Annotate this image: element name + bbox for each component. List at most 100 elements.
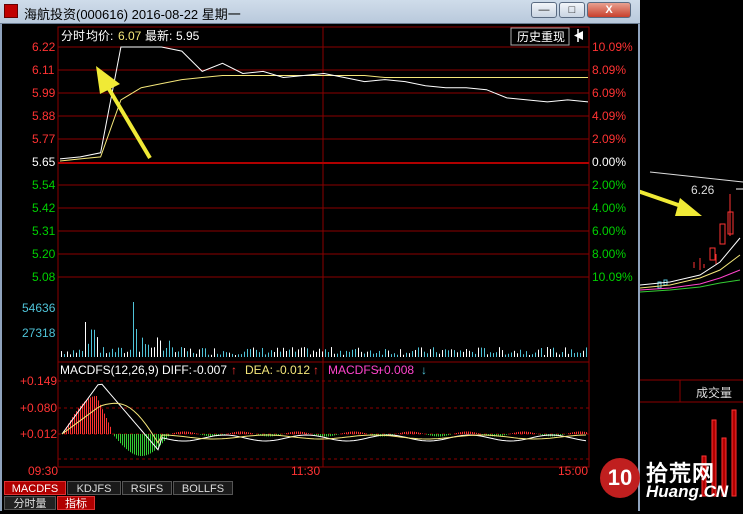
volume-bar <box>205 348 206 357</box>
volume-bar <box>235 355 236 357</box>
macd-histogram-bar <box>572 432 573 434</box>
macd-histogram-bar <box>428 434 429 435</box>
left-price-label: 5.88 <box>32 109 56 123</box>
volume-bar <box>469 351 470 357</box>
volume-bar <box>406 353 407 357</box>
tab-kdjfs[interactable]: KDJFS <box>67 481 121 495</box>
volume-bar <box>187 351 188 357</box>
macd-histogram-bar <box>438 434 439 436</box>
pin-icon[interactable] <box>574 29 583 42</box>
volume-bar <box>115 352 116 357</box>
volume-bar <box>172 347 173 357</box>
volume-bar <box>466 349 467 357</box>
macd-histogram-bar <box>288 433 289 434</box>
right-percent-label: 0.00% <box>592 155 626 169</box>
close-button[interactable]: X <box>587 2 631 18</box>
volume-bar <box>166 348 167 357</box>
volume-bar <box>85 322 86 357</box>
dea-up-arrow-icon: ↑ <box>313 363 319 377</box>
kline-volume-label: 成交量 <box>696 384 732 401</box>
volume-bar <box>124 353 125 357</box>
macd-histogram-bar <box>444 434 445 436</box>
volume-bar <box>289 350 290 357</box>
volume-bar <box>445 349 446 357</box>
volume-bar <box>262 348 263 357</box>
volume-bar <box>211 355 212 357</box>
volume-bar <box>487 354 488 357</box>
volume-bar <box>382 355 383 357</box>
left-price-label: 5.31 <box>32 224 56 238</box>
volume-bar <box>568 354 569 357</box>
macd-histogram-bar <box>202 434 203 435</box>
macd-histogram-bar <box>190 432 191 434</box>
macd-histogram-bar <box>328 434 329 436</box>
tab-indicator[interactable]: 指标 <box>57 496 95 510</box>
volume-bar <box>184 348 185 357</box>
macd-histogram-bar <box>474 432 475 434</box>
tab-rsifs[interactable]: RSIFS <box>122 481 172 495</box>
annotation-arrow-main <box>96 66 150 158</box>
macd-histogram-bar <box>238 432 239 434</box>
macd-histogram-bar <box>120 434 121 443</box>
macd-histogram-bar <box>332 434 333 436</box>
macd-histogram-bar <box>578 432 579 434</box>
macd-histogram-bar <box>420 433 421 434</box>
macd-histogram-bar <box>506 434 507 435</box>
volume-bar <box>496 352 497 357</box>
volume-bar <box>511 353 512 357</box>
tab-bollfs[interactable]: BOLLFS <box>173 481 233 495</box>
macd-histogram-bar <box>248 432 249 434</box>
macd-histogram-bar <box>526 432 527 434</box>
intraday-chart[interactable]: 分时 均价: 6.07 最新: 5.95 历史重现 6.226.115.995.… <box>0 24 638 511</box>
volume-bar <box>334 354 335 357</box>
label-fenshi: 分时 <box>61 29 85 43</box>
macd-histogram-bar <box>440 434 441 436</box>
macd-histogram-bar <box>192 432 193 434</box>
macd-histogram-bar <box>522 432 523 434</box>
macd-histogram-bar <box>314 434 315 435</box>
macd-histogram-bar <box>326 434 327 436</box>
macd-histogram-bar <box>296 432 297 434</box>
volume-bar <box>370 350 371 357</box>
macd-histogram-bar <box>364 433 365 434</box>
macd-histogram-bar <box>446 434 447 436</box>
volume-bar <box>454 350 455 357</box>
macd-histogram-bar <box>400 433 401 434</box>
volume-bars <box>61 302 587 357</box>
macd-histogram-bar <box>584 432 585 434</box>
tab-volume[interactable]: 分时量 <box>4 496 56 510</box>
macd-histogram-bar <box>586 432 587 434</box>
left-price-label: 5.42 <box>32 201 56 215</box>
macd-histogram-bar <box>302 432 303 434</box>
tab-macdfs[interactable]: MACDFS <box>4 481 66 495</box>
volume-bar <box>301 348 302 357</box>
minimize-button[interactable]: — <box>531 2 557 18</box>
macd-histogram-bar <box>570 433 571 434</box>
macd-histogram-bar <box>430 434 431 436</box>
background-kline-window: 6.26 成交量 <box>640 0 743 511</box>
volume-bar <box>343 355 344 357</box>
macd-histogram-bar <box>426 434 427 435</box>
volume-bar <box>385 349 386 357</box>
volume-bar <box>415 350 416 357</box>
macd-histogram-bar <box>236 432 237 434</box>
macd-histogram-bar <box>294 432 295 434</box>
macd-histogram-bar <box>180 432 181 434</box>
macd-histogram-bar <box>96 396 97 434</box>
macd-histogram-bar <box>104 414 105 434</box>
right-percent-label: 10.09% <box>592 270 633 284</box>
macd-histogram-bar <box>184 432 185 434</box>
macd-histogram-bar <box>358 432 359 434</box>
volume-bar <box>292 347 293 357</box>
volume-bar <box>376 353 377 357</box>
volume-bar <box>214 348 215 357</box>
macd-histogram-bar <box>118 434 119 441</box>
avg-price-line <box>60 76 588 162</box>
macd-name: MACDFS(12,26,9) <box>60 363 159 377</box>
macd-histogram-bar <box>540 434 541 435</box>
maximize-button[interactable]: □ <box>559 2 585 18</box>
volume-bar <box>409 353 410 357</box>
macd-histogram-bar <box>324 434 325 436</box>
macd-histogram-bar <box>304 432 305 434</box>
volume-bar <box>490 352 491 357</box>
